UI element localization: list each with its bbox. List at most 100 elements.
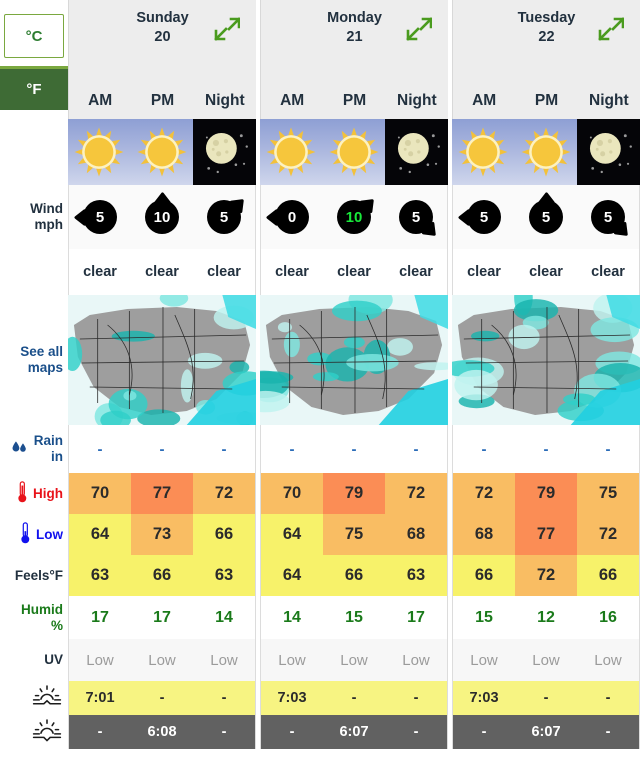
high-temp-cell: 72 [453,473,515,514]
day-group-1: 7:03 - - [260,681,448,715]
high-temp-label: High [33,485,63,501]
humidity-cell: 14 [215,608,233,626]
wind-speed-badge: 5 [467,200,501,234]
wind-cell: 5 [193,185,255,249]
day-group-1 [260,119,449,185]
sunrise-cell: - [413,690,419,706]
feels-like-cell: 66 [131,555,193,596]
sunset-row-label [0,715,68,749]
condition-cell: clear [591,264,625,280]
low-temp-cell: 68 [385,514,447,555]
condition-cell: clear [399,264,433,280]
day-header-2[interactable]: Tuesday 22 AM PM Night [452,0,640,119]
day-parts-0: AM PM Night [69,92,256,119]
wind-indicator: 5 [456,195,512,239]
day-group-1: 70 79 72 [260,473,448,514]
low-temp-row-label: Low [0,514,68,555]
wind-cell: 5 [515,185,577,249]
low-temp-label: Low [36,526,63,542]
feels-like-cell: 63 [69,555,131,596]
sun-icon [68,119,131,185]
sunrise-cell: 7:01 [85,690,115,706]
sunset-cell: - [413,724,419,740]
sunset-cell: 6:07 [339,724,369,740]
part-label-night-2: Night [589,92,629,109]
high-temp-cell: 79 [515,473,577,514]
wind-row: Wind mph 5 10 5 0 10 5 5 5 5 [0,185,640,249]
see-all-maps-link[interactable]: See all maps [0,295,68,425]
expand-arrows-icon[interactable] [406,16,433,42]
humidity-row: Humid % 17 17 14 14 15 17 15 12 16 [0,596,640,639]
sunrise-cell: - [543,690,549,706]
wind-indicator: 10 [326,195,382,239]
day-group-0: clear clear clear [68,249,256,295]
rain-cells: --------- [68,425,640,473]
feels-like-row-label: Feels°F [0,555,68,596]
day-group-0: --- [68,425,256,473]
condition-row: clear clear clear clear clear clear clear clear… [0,249,640,295]
low-temp-cell: 66 [193,514,255,555]
map-group-2 [452,295,640,425]
rain-cell: - [97,440,103,458]
wind-speed-badge: 5 [207,200,241,234]
uv-cell: Low [86,651,114,669]
high-temp-cell: 70 [69,473,131,514]
maps-label-line2: maps [27,360,63,375]
feels-like-cell: 66 [323,555,385,596]
day-parts-1: AM PM Night [261,92,448,119]
rain-cell: - [351,440,357,458]
day-group-1: 64 66 63 [260,555,448,596]
low-temp-cell: 72 [577,514,639,555]
humidity-cell: 17 [407,608,425,626]
rain-label-line2: in [51,449,63,464]
expand-arrows-icon[interactable] [214,16,241,42]
uv-cell: Low [470,651,498,669]
wind-indicator: 5 [580,195,636,239]
day-header-1[interactable]: Monday 21 AM PM Night [260,0,448,119]
low-temp-cell: 75 [323,514,385,555]
sunrise-cells: 7:01 - - 7:03 - - 7:03 - - [68,681,640,715]
uv-cell: Low [532,651,560,669]
celsius-button[interactable]: °C [4,14,64,58]
fahrenheit-button[interactable]: °F [0,66,68,110]
uv-row-label: UV [0,639,68,681]
sunrise-cell: - [159,690,165,706]
feels-like-cell: 66 [453,555,515,596]
sunrise-cell: - [605,690,611,706]
day-group-0: 5 10 5 [68,185,256,249]
condition-cell: clear [207,264,241,280]
map-thumbnail[interactable] [260,295,448,425]
day-group-1: --- [260,425,448,473]
day-name-2: Tuesday [517,10,576,26]
humidity-cell: 12 [537,608,555,626]
feels-like-cell: 64 [261,555,323,596]
map-thumbnail[interactable] [452,295,640,425]
feels-like-row: Feels°F 63 66 63 64 66 63 66 72 66 [0,555,640,596]
expand-arrows-icon[interactable] [598,16,625,42]
uv-cell: Low [594,651,622,669]
low-temp-cells: 64 73 66 64 75 68 68 77 72 [68,514,640,555]
uv-cells: Low Low Low Low Low Low Low Low Low [68,639,640,681]
wind-row-label: Wind mph [0,185,68,249]
feels-like-cell: 66 [577,555,639,596]
day-group-2: 66 72 66 [452,555,640,596]
wind-indicator: 5 [388,195,444,239]
map-thumbnail[interactable] [68,295,256,425]
day-header-0[interactable]: Sunday 20 AM PM Night [68,0,256,119]
sun-icon [452,119,515,185]
sunrise-cell: - [351,690,357,706]
low-temp-cell: 77 [515,514,577,555]
day-group-0: 7:01 - - [68,681,256,715]
sky-cells [68,119,640,185]
map-row: See all maps [0,295,640,425]
low-temp-cell: 73 [131,514,193,555]
day-group-1: clear clear clear [260,249,448,295]
wind-cell: 10 [323,185,385,249]
wind-cell: 5 [69,185,131,249]
wind-speed-badge: 5 [399,200,433,234]
sunset-cells: - 6:08 - - 6:07 - - 6:07 - [68,715,640,749]
sunset-cell: - [221,724,227,740]
part-label-am-2: AM [472,92,497,109]
wind-speed-badge: 10 [145,200,179,234]
uv-cell: Low [148,651,176,669]
